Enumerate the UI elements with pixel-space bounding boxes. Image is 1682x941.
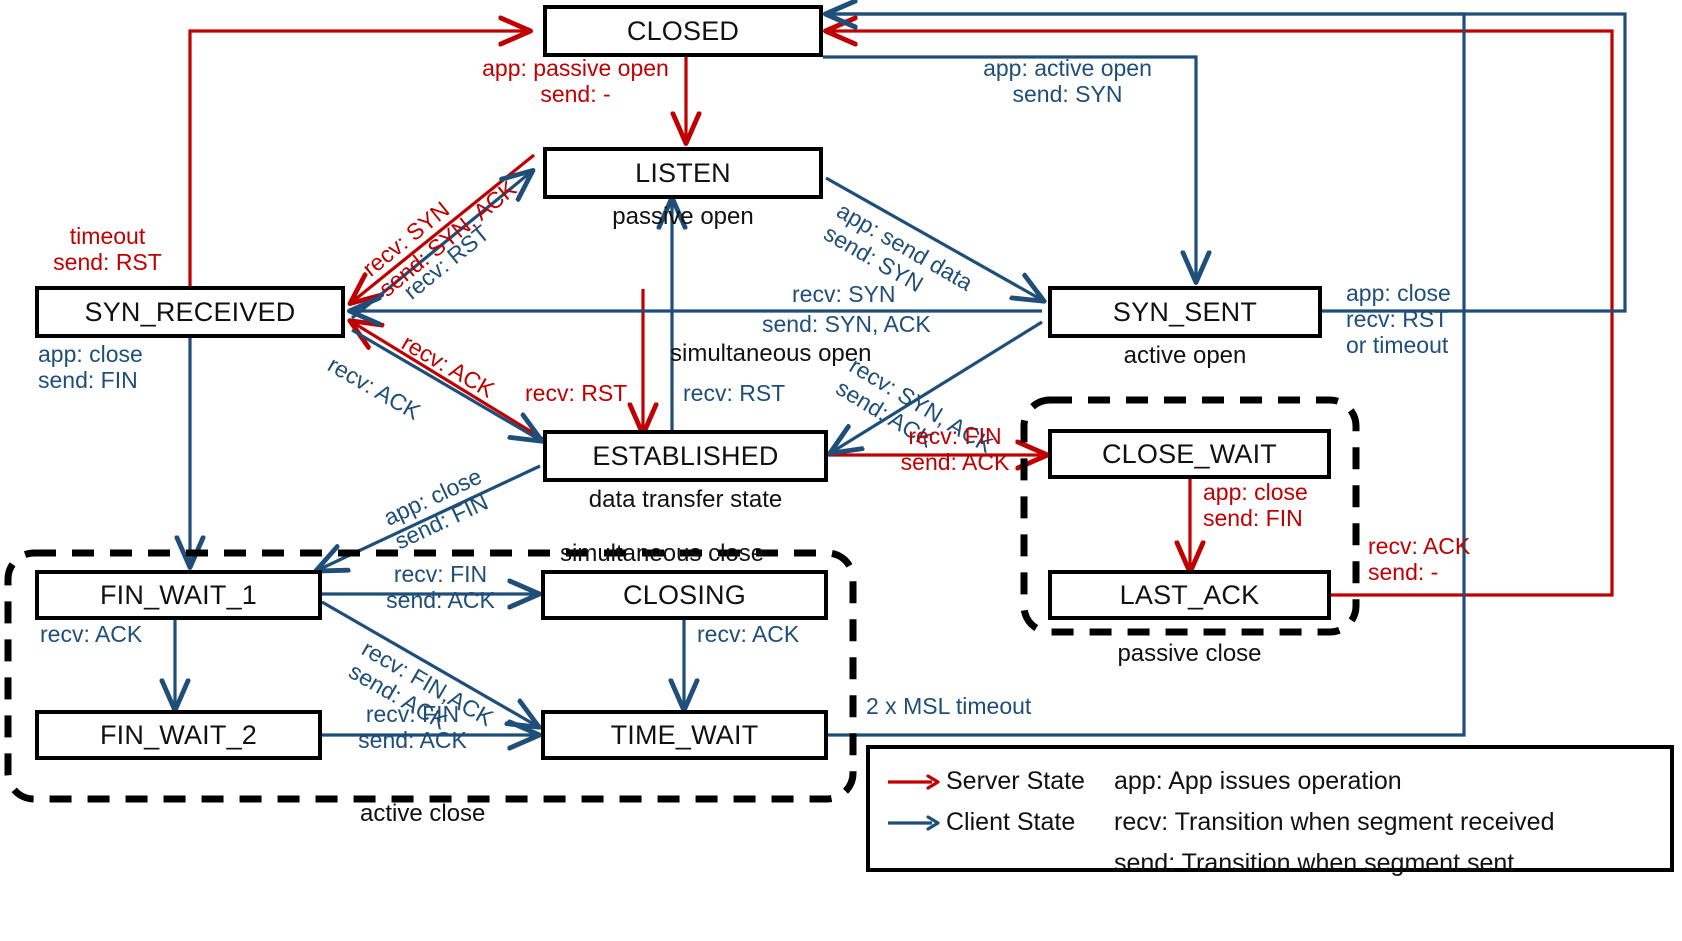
state-label-fin-wait-2: FIN_WAIT_2 (99, 719, 258, 750)
caption-syn-sent: active open (1123, 342, 1247, 369)
state-box-last-ack[interactable]: LAST_ACK (1048, 570, 1331, 620)
state-box-listen[interactable]: LISTEN (543, 147, 823, 199)
server-arrow-icon (888, 773, 940, 790)
caption-passive-close: passive close (1117, 640, 1262, 667)
label-recv-fin-send-ack: recv: FIN send: ACK (900, 423, 1010, 475)
label-recv-rst-blue: recv: RST (683, 380, 786, 406)
caption-simultaneous-open: simultaneous open (670, 340, 872, 367)
state-box-close-wait[interactable]: CLOSE_WAIT (1048, 429, 1331, 479)
label-simultaneous-open-recv-syn: recv: SYN (792, 281, 896, 307)
client-arrow-icon (888, 814, 940, 831)
state-box-established[interactable]: ESTABLISHED (543, 430, 828, 482)
state-label-syn-received: SYN_RECEIVED (84, 296, 296, 327)
client-transition-arrows (175, 14, 1627, 735)
legend-server-state-label: Server State (946, 767, 1085, 795)
label-timeout-send-rst: timeout send: RST (53, 223, 162, 275)
legend-row-client: Client State recv: Transition when segme… (884, 802, 1656, 843)
legend-send-desc: send: Transition when segment sent (1114, 849, 1515, 877)
state-label-time-wait: TIME_WAIT (610, 719, 759, 750)
label-app-active-open: app: active open send: SYN (983, 55, 1152, 107)
caption-active-close: active close (360, 800, 486, 827)
legend-row-send: send: Transition when segment sent (884, 843, 1656, 884)
state-box-syn-sent[interactable]: SYN_SENT (1048, 286, 1322, 338)
legend-recv-desc: recv: Transition when segment received (1114, 808, 1555, 836)
state-box-fin-wait-2[interactable]: FIN_WAIT_2 (35, 710, 322, 760)
label-closing-recv-ack: recv: ACK (697, 621, 800, 647)
state-box-fin-wait-1[interactable]: FIN_WAIT_1 (35, 570, 322, 620)
label-simultaneous-open-send-synack: send: SYN, ACK (762, 311, 931, 337)
label-closewait-app-close: app: close send: FIN (1203, 479, 1308, 531)
label-synsent-close: app: close recv: RST or timeout (1346, 280, 1451, 358)
legend-client-state-label: Client State (946, 808, 1076, 836)
label-finwait1-recv-ack: recv: ACK (40, 621, 143, 647)
caption-listen: passive open (612, 203, 754, 230)
state-box-time-wait[interactable]: TIME_WAIT (541, 710, 828, 760)
tcp-state-diagram: CLOSED LISTEN passive open SYN_RECEIVED … (0, 0, 1682, 941)
label-finwait1-recv-fin: recv: FIN send: ACK (386, 561, 495, 613)
state-label-fin-wait-1: FIN_WAIT_1 (99, 579, 258, 610)
state-label-close-wait: CLOSE_WAIT (1101, 438, 1278, 469)
legend: Server State app: App issues operation C… (866, 745, 1674, 877)
caption-established: data transfer state (588, 486, 783, 513)
label-recv-rst-red: recv: RST (525, 380, 628, 406)
state-box-closed[interactable]: CLOSED (543, 5, 823, 57)
legend-row-server: Server State app: App issues operation (884, 761, 1656, 802)
state-label-listen: LISTEN (635, 157, 731, 188)
state-label-established: ESTABLISHED (592, 440, 779, 471)
label-synrcvd-app-close: app: close send: FIN (38, 341, 143, 393)
label-finwait2-recv-fin: recv: FIN send: ACK (358, 701, 467, 753)
label-app-passive-open: app: passive open send: - (482, 55, 669, 107)
state-label-closed: CLOSED (626, 15, 740, 46)
state-label-last-ack: LAST_ACK (1119, 579, 1260, 610)
label-msl-timeout: 2 x MSL timeout (866, 693, 1032, 719)
state-label-closing: CLOSING (623, 579, 746, 610)
caption-simultaneous-close: simultaneous close (560, 540, 765, 567)
state-box-syn-received[interactable]: SYN_RECEIVED (35, 286, 345, 338)
label-lastack-recv-ack: recv: ACK send: - (1368, 533, 1471, 585)
state-box-closing[interactable]: CLOSING (541, 570, 828, 620)
legend-app-desc: app: App issues operation (1114, 767, 1402, 795)
state-label-syn-sent: SYN_SENT (1112, 296, 1258, 327)
